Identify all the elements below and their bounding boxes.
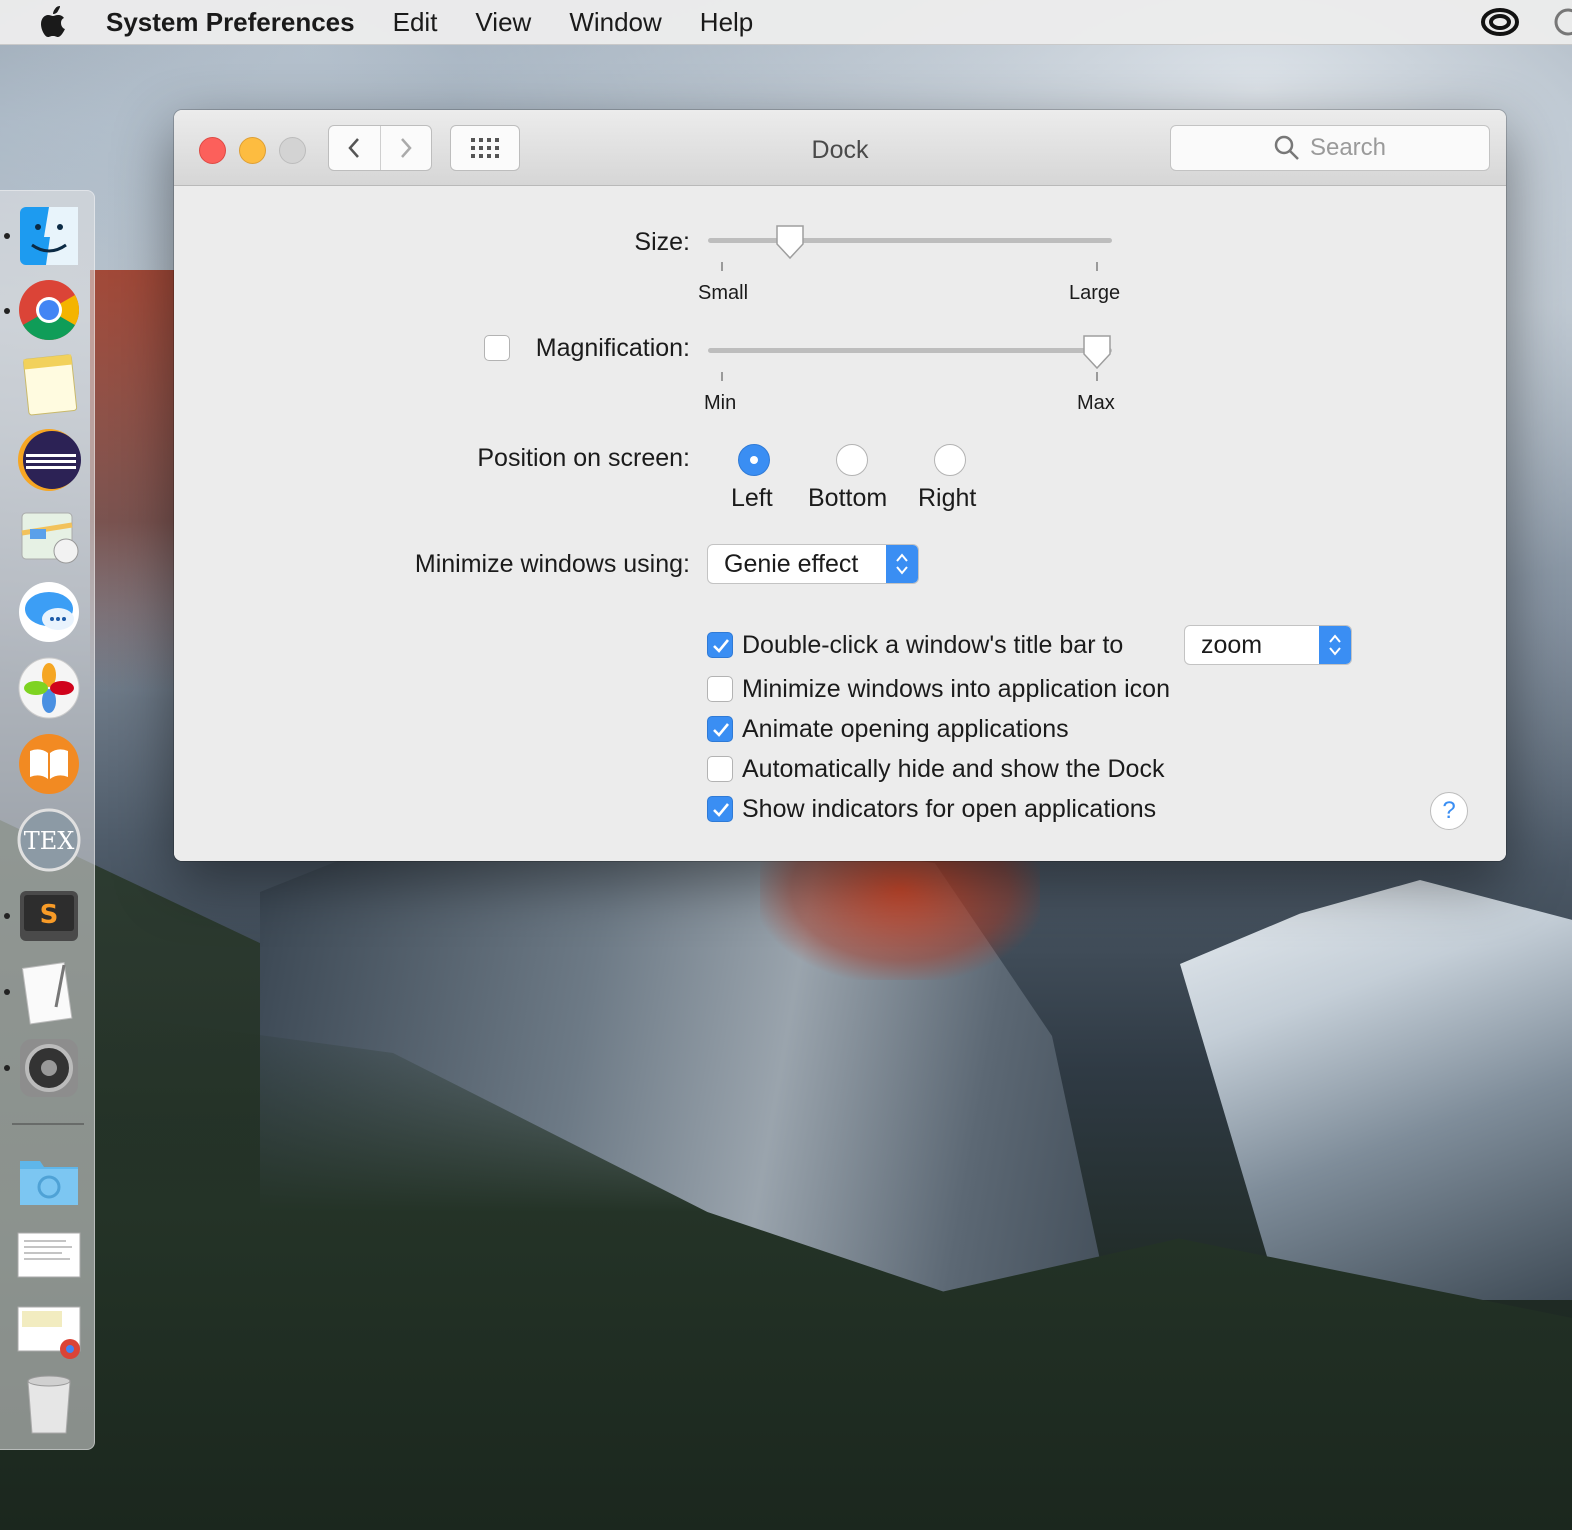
running-indicator: [4, 308, 10, 314]
grid-icon: [471, 138, 499, 158]
app-name-menu[interactable]: System Preferences: [106, 7, 355, 38]
photos-icon[interactable]: [16, 655, 82, 721]
position-bottom-radio[interactable]: [836, 444, 868, 476]
chevron-right-icon: [400, 138, 412, 158]
animate-opening-label: Animate opening applications: [742, 715, 1069, 743]
search-placeholder: Search: [1309, 134, 1387, 161]
magnification-label: Magnification:: [535, 334, 690, 362]
sublime-text-icon[interactable]: S: [16, 883, 82, 949]
magnification-tick-max: [1096, 372, 1098, 381]
navigation-buttons: [328, 125, 432, 171]
position-left-radio[interactable]: [738, 444, 770, 476]
position-right-label: Right: [918, 484, 977, 512]
up-down-arrows-icon: [896, 553, 908, 575]
show-indicators-checkbox[interactable]: [707, 796, 733, 822]
position-label: Position on screen:: [477, 444, 690, 472]
magnification-min-label: Min: [704, 392, 737, 414]
creative-cloud-icon[interactable]: [1480, 6, 1520, 38]
magnification-tick-min: [721, 372, 723, 381]
double-click-action-value: zoom: [1201, 631, 1263, 659]
maps-icon[interactable]: [16, 503, 82, 569]
running-indicator: [4, 233, 10, 239]
back-button[interactable]: [329, 126, 380, 170]
dock-preferences-window: Dock Search Size: Small Large Magnificat…: [174, 110, 1506, 861]
checkmark-icon: [713, 639, 730, 653]
size-tick-max: [1096, 262, 1098, 271]
chevron-left-icon: [348, 138, 360, 158]
up-down-arrows-icon: [1329, 634, 1341, 656]
popup-stepper: [1319, 626, 1351, 664]
autohide-dock-checkbox[interactable]: [707, 756, 733, 782]
finder-icon[interactable]: [16, 203, 82, 269]
size-slider-thumb[interactable]: [775, 224, 805, 260]
size-slider-track[interactable]: [708, 238, 1112, 243]
popup-stepper: [886, 545, 918, 583]
notes-icon[interactable]: [16, 351, 82, 417]
size-label: Size:: [634, 228, 690, 256]
preferences-content: Size: Small Large Magnification: Min Max…: [174, 186, 1506, 861]
show-indicators-label: Show indicators for open applications: [742, 795, 1157, 823]
chrome-icon[interactable]: [16, 277, 82, 343]
sync-icon[interactable]: [1548, 6, 1572, 38]
menu-view[interactable]: View: [475, 7, 531, 38]
size-tick-min: [721, 262, 723, 271]
menu-edit[interactable]: Edit: [393, 7, 438, 38]
close-button[interactable]: [199, 137, 226, 164]
svg-text:TEX: TEX: [24, 827, 75, 855]
magnification-slider-thumb[interactable]: [1082, 334, 1112, 370]
eclipse-icon[interactable]: [16, 427, 82, 493]
menu-help[interactable]: Help: [700, 7, 753, 38]
dock: TEX S: [0, 190, 95, 1450]
double-click-label: Double-click a window's title bar to: [742, 631, 1124, 659]
messages-icon[interactable]: [16, 579, 82, 645]
magnification-slider-track[interactable]: [708, 348, 1112, 353]
checkmark-icon: [713, 723, 730, 737]
running-indicator: [4, 989, 10, 995]
tex-icon[interactable]: TEX: [16, 807, 82, 873]
minimize-label: Minimize windows using:: [414, 550, 690, 578]
menu-window[interactable]: Window: [569, 7, 661, 38]
dock-separator: [12, 1123, 84, 1125]
running-indicator: [4, 913, 10, 919]
size-max-label: Large: [1069, 282, 1121, 304]
title-bar[interactable]: Dock Search: [174, 110, 1506, 186]
search-field[interactable]: Search: [1170, 125, 1490, 171]
magnification-max-label: Max: [1077, 392, 1115, 414]
help-button[interactable]: ?: [1430, 792, 1468, 830]
apple-menu-icon[interactable]: [40, 5, 70, 39]
running-indicator: [4, 1065, 10, 1071]
zoom-button[interactable]: [279, 137, 306, 164]
animate-opening-checkbox[interactable]: [707, 716, 733, 742]
size-min-label: Small: [698, 282, 749, 304]
downloads-folder-icon[interactable]: [16, 1147, 82, 1213]
show-all-button[interactable]: [450, 125, 520, 171]
double-click-action-popup[interactable]: zoom: [1184, 625, 1352, 665]
svg-text:S: S: [40, 900, 59, 930]
system-preferences-icon[interactable]: [16, 1035, 82, 1101]
minimize-button[interactable]: [239, 137, 266, 164]
chrome-document-icon[interactable]: [16, 1299, 82, 1365]
trash-icon[interactable]: [16, 1371, 82, 1437]
forward-button[interactable]: [379, 126, 432, 170]
position-left-label: Left: [731, 484, 773, 512]
position-right-radio[interactable]: [934, 444, 966, 476]
document-thumbnail-icon[interactable]: [16, 1225, 82, 1291]
minimize-into-icon-label: Minimize windows into application icon: [742, 675, 1170, 703]
double-click-checkbox[interactable]: [707, 632, 733, 658]
minimize-effect-value: Genie effect: [724, 550, 859, 578]
checkmark-icon: [713, 803, 730, 817]
textedit-icon[interactable]: [16, 959, 82, 1025]
ibooks-icon[interactable]: [16, 731, 82, 797]
minimize-effect-popup[interactable]: Genie effect: [707, 544, 919, 584]
autohide-dock-label: Automatically hide and show the Dock: [742, 755, 1165, 783]
menu-bar: System Preferences Edit View Window Help: [0, 0, 1572, 45]
position-bottom-label: Bottom: [808, 484, 888, 512]
search-icon: [1274, 135, 1299, 160]
minimize-into-icon-checkbox[interactable]: [707, 676, 733, 702]
